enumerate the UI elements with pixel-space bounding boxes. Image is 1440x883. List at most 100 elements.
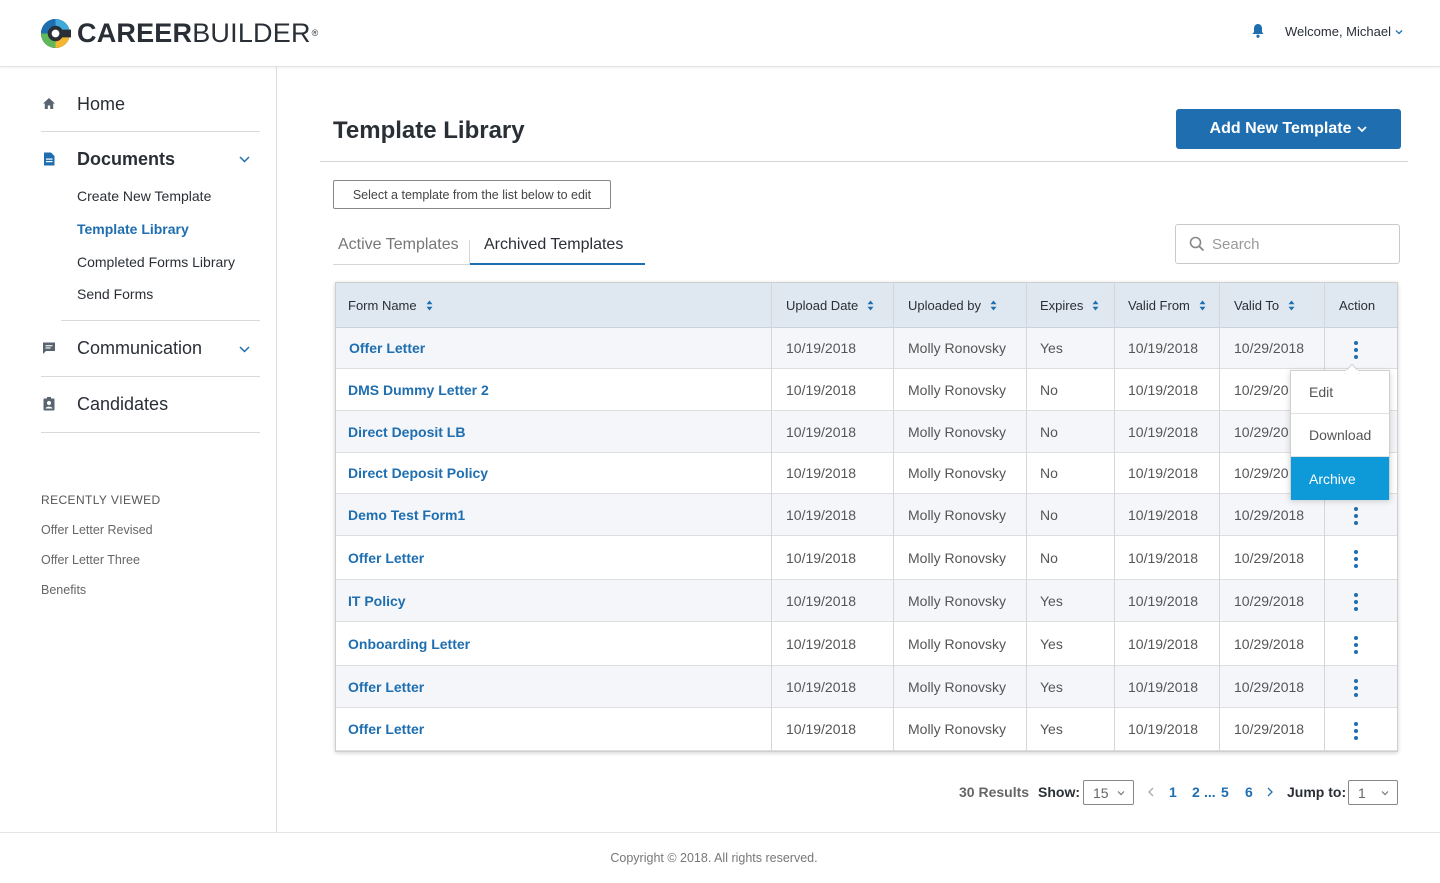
form-name-link[interactable]: Demo Test Form1 [348, 494, 465, 535]
cell-uploaded-by: Molly Ronovsky [908, 423, 1007, 440]
table-row[interactable]: Offer Letter 10/19/2018 Molly Ronovsky Yes 1… [336, 666, 1397, 708]
sidebar-item-home[interactable]: Home [41, 94, 260, 114]
form-name-link[interactable]: Offer Letter [348, 666, 424, 707]
sort-icon[interactable] [990, 300, 997, 311]
page-title: Template Library [333, 117, 525, 144]
cell-uploaded-by: Molly Ronovsky [908, 549, 1007, 566]
cell-uploaded-by: Molly Ronovsky [908, 506, 1007, 523]
table-row[interactable]: DMS Dummy Letter 2 10/19/2018 Molly Ronovs… [336, 369, 1397, 411]
cell-upload-date: 10/19/2018 [786, 592, 857, 609]
page-size-select[interactable]: 15 [1083, 780, 1134, 805]
column-header-valid-to[interactable]: Valid To [1234, 283, 1295, 328]
table-row[interactable]: Direct Deposit LB 10/19/2018 Molly Ronovsk… [336, 411, 1397, 453]
sort-icon[interactable] [1288, 300, 1295, 311]
sidebar-subitem-create-new-template[interactable]: Create New Template [77, 188, 211, 204]
cell-upload-date: 10/19/2018 [786, 678, 857, 695]
table-row[interactable]: Direct Deposit Policy 10/19/2018 Molly Ron… [336, 453, 1397, 494]
jump-to-label: Jump to: [1287, 784, 1347, 800]
cell-expires: Yes [1040, 592, 1063, 609]
chevron-down-icon [1381, 791, 1389, 796]
page-link-6[interactable]: 6 [1245, 784, 1253, 800]
form-name-link[interactable]: Direct Deposit Policy [348, 453, 488, 493]
table-row[interactable]: Offer Letter 10/19/2018 Molly Ronovsky Yes 1… [336, 708, 1397, 751]
recent-item[interactable]: Offer Letter Revised [41, 523, 153, 537]
action-menu-edit[interactable]: Edit [1291, 371, 1389, 414]
table-row[interactable]: Onboarding Letter 10/19/2018 Molly Ronovsk… [336, 622, 1397, 666]
column-divider [1324, 283, 1325, 751]
page-size-value: 15 [1093, 784, 1109, 801]
form-name-link[interactable]: Onboarding Letter [348, 622, 470, 665]
next-page-icon[interactable] [1267, 787, 1273, 797]
previous-page-icon[interactable] [1148, 787, 1154, 797]
chevron-down-icon[interactable] [239, 346, 250, 353]
table-row[interactable]: Offer Letter 10/19/2018 Molly Ronovsky No 10… [336, 536, 1397, 580]
careerbuilder-logo[interactable]: CAREERBUILDER® [40, 16, 319, 50]
search-box[interactable] [1175, 224, 1400, 264]
sidebar-item-label: Documents [77, 148, 176, 169]
sidebar-item-communication[interactable]: Communication [41, 338, 260, 358]
table-row[interactable]: IT Policy 10/19/2018 Molly Ronovsky Yes 10/1… [336, 580, 1397, 622]
cell-uploaded-by: Molly Ronovsky [908, 465, 1007, 481]
page-link-1[interactable]: 1 [1169, 784, 1177, 800]
sidebar-subitem-completed-forms-library[interactable]: Completed Forms Library [77, 254, 235, 270]
form-name-link[interactable]: Direct Deposit LB [348, 411, 465, 452]
page-link-2[interactable]: 2 [1192, 784, 1200, 800]
more-actions-icon[interactable] [1354, 636, 1358, 654]
more-actions-icon[interactable] [1354, 340, 1358, 359]
tab-active-templates[interactable]: Active Templates [338, 224, 459, 265]
notification-bell-icon[interactable] [1251, 23, 1265, 39]
form-name-link[interactable]: IT Policy [348, 580, 406, 621]
column-header-label: Action [1339, 298, 1376, 313]
column-header-form-name[interactable]: Form Name [348, 283, 433, 328]
column-header-upload-date[interactable]: Upload Date [786, 283, 874, 328]
more-actions-icon[interactable] [1354, 679, 1358, 697]
sidebar-item-label: Candidates [77, 393, 169, 414]
tab-baseline [333, 264, 469, 265]
add-new-template-button[interactable]: Add New Template [1176, 109, 1401, 149]
more-actions-icon[interactable] [1354, 550, 1358, 568]
table-row[interactable]: Offer Letter 10/19/2018 Molly Ronovsky Yes 1… [336, 328, 1397, 369]
sort-icon[interactable] [1092, 300, 1099, 311]
form-name-link[interactable]: Offer Letter [348, 708, 424, 750]
tab-archived-templates[interactable]: Archived Templates [484, 224, 623, 265]
column-header-expires[interactable]: Expires [1040, 283, 1099, 328]
page-link-5[interactable]: 5 [1221, 784, 1229, 800]
chevron-down-icon[interactable] [239, 156, 250, 163]
sidebar-item-candidates[interactable]: Candidates [41, 394, 260, 414]
sort-icon[interactable] [426, 300, 433, 311]
results-count: 30 Results [959, 784, 1030, 800]
sort-icon[interactable] [1199, 300, 1206, 311]
column-divider [1114, 283, 1115, 751]
recently-viewed-title: RECENTLY VIEWED [41, 493, 161, 507]
more-actions-icon[interactable] [1354, 721, 1358, 740]
search-input[interactable] [1212, 235, 1382, 253]
more-actions-icon[interactable] [1354, 593, 1358, 611]
sort-icon[interactable] [867, 300, 874, 311]
sidebar-subitem-send-forms[interactable]: Send Forms [77, 286, 153, 302]
logo-text-light: BUILDER [192, 17, 311, 48]
jump-to-select[interactable]: 1 [1348, 780, 1398, 805]
column-header-uploaded-by[interactable]: Uploaded by [908, 283, 997, 328]
recent-item[interactable]: Offer Letter Three [41, 553, 140, 567]
action-menu-download[interactable]: Download [1291, 414, 1389, 457]
form-name-link[interactable]: Offer Letter [348, 536, 424, 579]
sidebar-item-documents[interactable]: Documents [41, 149, 260, 169]
recent-item[interactable]: Benefits [41, 583, 86, 597]
column-header-action: Action [1339, 283, 1375, 328]
action-menu: Edit Download Archive [1290, 364, 1390, 500]
form-name-link[interactable]: Offer Letter [349, 328, 425, 368]
table-row[interactable]: Demo Test Form1 10/19/2018 Molly Ronovsky N… [336, 494, 1397, 536]
more-actions-icon[interactable] [1354, 507, 1358, 525]
cell-upload-date: 10/19/2018 [786, 549, 857, 566]
cell-valid-to: 10/29/2018 [1234, 635, 1305, 652]
action-menu-archive[interactable]: Archive [1291, 457, 1389, 500]
user-menu[interactable]: Welcome, Michael [1285, 24, 1403, 39]
column-header-valid-from[interactable]: Valid From [1128, 283, 1206, 328]
copyright-text: Copyright © 2018. All rights reserved. [610, 851, 818, 865]
sidebar-item-label: Home [77, 93, 126, 114]
form-name-link[interactable]: DMS Dummy Letter 2 [348, 369, 489, 410]
sidebar-subitem-template-library[interactable]: Template Library [77, 221, 189, 237]
sidebar-divider [41, 432, 260, 433]
show-label: Show: [1038, 784, 1080, 800]
cell-valid-from: 10/19/2018 [1128, 423, 1199, 440]
